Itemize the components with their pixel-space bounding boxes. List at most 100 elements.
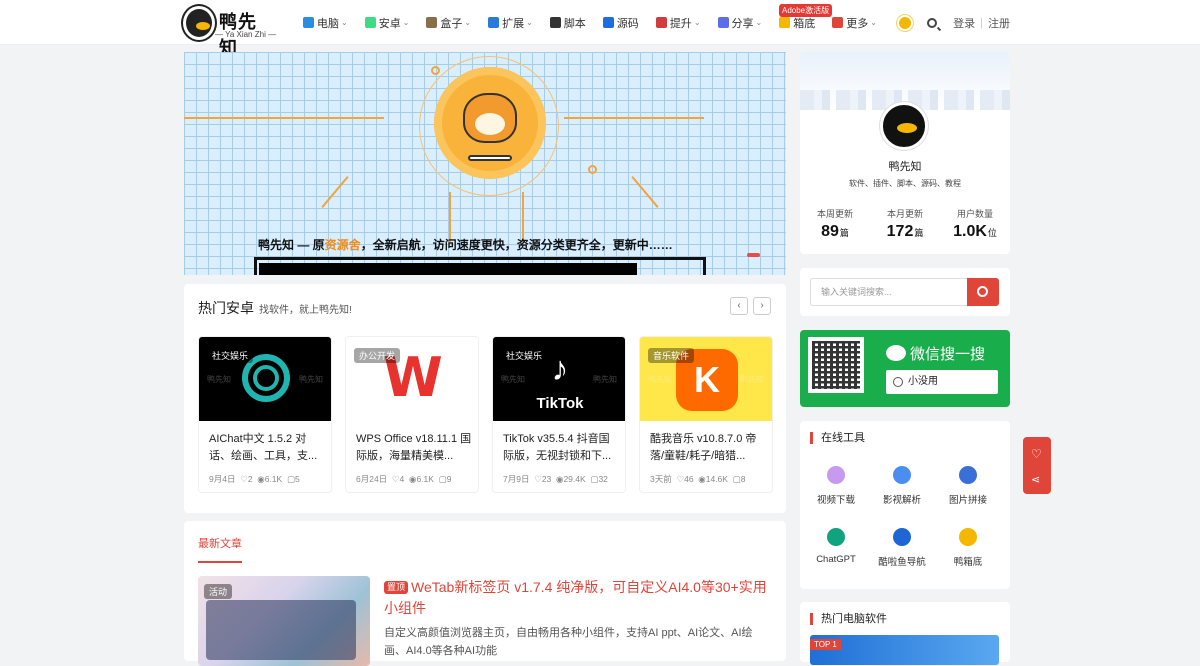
share-icon[interactable]: ⋖ (1031, 473, 1040, 486)
stat-value: 172篇 (886, 223, 924, 240)
latest-articles-section: 最新文章 活动 置顶 WeTab新标签页 v1.7.4 纯净版，可自定义AI4.0… (184, 521, 786, 666)
app-card[interactable]: ♪ TikTok 鸭先知 鸭先知 社交娱乐 TikTok v35.5.4 抖音国际版，无视… (492, 336, 626, 493)
hero-banner[interactable]: 鸭先知 — 原资源舍，全新启航，访问速度更快，资源分类更齐全，更新中…… (184, 52, 786, 275)
prev-button[interactable]: ‹ (730, 297, 748, 315)
like-icon: ♡ (534, 474, 542, 484)
app-name[interactable]: TikTok v35.5.4 抖音国际版，无视封锁和下... (503, 431, 619, 465)
app-name[interactable]: WPS Office v18.11.1 国际版，海量精美模... (356, 431, 472, 465)
app-date: 3天前 (650, 474, 672, 484)
wechat-icon (886, 345, 906, 361)
tool-item[interactable]: 影视解析 (872, 466, 932, 506)
stat-value: 89篇 (821, 223, 849, 240)
register-link[interactable]: 注册 (988, 15, 1010, 31)
site-logo[interactable]: 鸭先知 — Ya Xian Zhi — (183, 6, 276, 58)
section-title: 热门安卓 (198, 300, 254, 316)
comment-icon: ▢ (732, 474, 741, 484)
tab-latest[interactable]: 最新文章 (198, 535, 242, 551)
search-icon (977, 286, 988, 297)
nav-item-7[interactable]: 分享 ⌄ (717, 15, 763, 31)
app-name[interactable]: 酷我音乐 v10.8.7.0 帝落/童鞋/耗子/暗猎... (650, 431, 766, 465)
login-link[interactable]: 登录 (953, 15, 975, 31)
nav-item-6[interactable]: 提升 ⌄ (655, 15, 701, 31)
hot-pc-software: 热门电脑软件 TOP 1 (800, 602, 1010, 665)
app-date: 6月24日 (356, 474, 388, 484)
tool-item[interactable]: 视频下载 (806, 466, 866, 506)
app-date: 9月4日 (209, 474, 236, 484)
tool-item[interactable]: 鸭箱底 (938, 528, 998, 568)
nav-label: 扩展 (502, 17, 525, 30)
chevron-down-icon: ⌄ (526, 18, 533, 27)
app-date: 7月9日 (503, 474, 530, 484)
search-button[interactable] (967, 278, 999, 306)
favorite-icon[interactable]: ♡ (1031, 447, 1042, 461)
app-card[interactable]: K 鸭先知 鸭先知 音乐软件 酷我音乐 v10.8.7.0 帝落/童鞋/耗子/暗猎...… (639, 336, 773, 493)
tool-item[interactable]: 酷啦鱼导航 (872, 528, 932, 568)
next-button[interactable]: › (753, 297, 771, 315)
app-card[interactable]: W 鸭先知 鸭先知 办公开发 WPS Office v18.11.1 国际版，海量精美模… (345, 336, 479, 493)
chevron-down-icon: ⌄ (464, 18, 472, 27)
chevron-down-icon: ⌄ (870, 18, 877, 27)
adobe-badge: Adobe激活版 (779, 4, 833, 17)
header-actions: 登录 | 注册 (899, 0, 1010, 45)
tool-item[interactable]: ChatGPT (806, 528, 866, 565)
avatar[interactable] (880, 102, 928, 150)
article-title-text: WeTab新标签页 v1.7.4 纯净版，可自定义AI4.0等30+实用小组件 (384, 579, 767, 616)
tool-label: 酷啦鱼导航 (878, 557, 926, 568)
app-comments: 9 (446, 474, 452, 484)
carousel-indicator[interactable] (747, 253, 760, 257)
wechat-search-card[interactable]: 微信搜一搜 小没用 (800, 330, 1010, 407)
nav-label: 分享 (731, 17, 754, 30)
app-meta: 9月4日 ♡2 ◉6.1K ▢5 (209, 473, 300, 485)
eye-icon: ◉ (698, 474, 706, 484)
app-likes: 4 (399, 474, 405, 484)
coin-bar (468, 155, 512, 161)
grid-icon (832, 17, 844, 28)
app-likes: 23 (541, 474, 552, 484)
nav-item-2[interactable]: 盒子 ⌄ (426, 15, 471, 31)
banner-dot-decor (588, 165, 597, 174)
nav-item-4[interactable]: 脚本 (549, 15, 586, 31)
nav-item-1[interactable]: 安卓 ⌄ (364, 15, 410, 31)
watermark: 鸭先知 (446, 375, 470, 384)
app-category-badge: 社交娱乐 (501, 348, 548, 363)
app-category-badge: 音乐软件 (648, 348, 695, 363)
theme-toggle-icon[interactable] (899, 16, 912, 29)
tool-label: 视频下载 (816, 495, 855, 506)
tool-label: ChatGPT (816, 554, 856, 565)
tool-icon (959, 466, 977, 484)
search-input[interactable]: 输入关键词搜索... (810, 278, 968, 306)
nav-item-9[interactable]: 更多 ⌄ (832, 15, 877, 31)
article-title[interactable]: 置顶 WeTab新标签页 v1.7.4 纯净版，可自定义AI4.0等30+实用小组… (384, 577, 774, 619)
app-category-badge: 办公开发 (354, 348, 401, 363)
search-icon[interactable] (927, 17, 938, 28)
app-card[interactable]: 鸭先知 鸭先知 社交娱乐 AIChat中文 1.5.2 对话、绘画、工具，支... 9月… (198, 336, 332, 493)
app-meta: 7月9日 ♡23 ◉29.4K ▢32 (503, 473, 608, 485)
chevron-down-icon: ⌄ (755, 18, 763, 27)
stat-users: 用户数量 1.0K位 (940, 207, 1010, 241)
duck-icon (779, 17, 791, 28)
banner-text-highlight: 资源舍 (324, 238, 361, 252)
nav-item-0[interactable]: 电脑 ⌄ (303, 15, 348, 31)
tool-icon (959, 528, 977, 546)
floating-actions: ♡ ⋖ (1023, 437, 1051, 494)
nav-label: 源码 (616, 17, 639, 30)
nav-item-3[interactable]: 扩展 ⌄ (488, 15, 533, 31)
rocket-icon (655, 17, 667, 28)
thumb-screen (206, 600, 356, 660)
nav-item-5[interactable]: 源码 (602, 15, 639, 31)
banner-ray (321, 176, 349, 208)
app-views: 14.6K (705, 474, 728, 484)
eye-icon: ◉ (257, 474, 265, 484)
stat-label: 本月更新 (886, 209, 923, 219)
top1-badge: TOP 1 (810, 639, 841, 650)
tiktok-text: TikTok (536, 395, 584, 412)
tool-icon (893, 466, 911, 484)
banner-text-a: 鸭先知 — 原 (258, 238, 325, 252)
tool-item[interactable]: 图片拼接 (938, 466, 998, 506)
banner-headline: 鸭先知 — 原资源舍，全新启航，访问速度更快，资源分类更齐全，更新中…… (258, 236, 673, 253)
app-comments: 32 (598, 474, 608, 484)
app-comments: 8 (740, 474, 746, 484)
banner-text-b: ，全新启航，访问速度更快，资源分类更齐全，更新中…… (360, 238, 673, 252)
app-name[interactable]: AIChat中文 1.5.2 对话、绘画、工具，支... (209, 431, 325, 465)
chevron-down-icon: ⌄ (402, 18, 410, 27)
